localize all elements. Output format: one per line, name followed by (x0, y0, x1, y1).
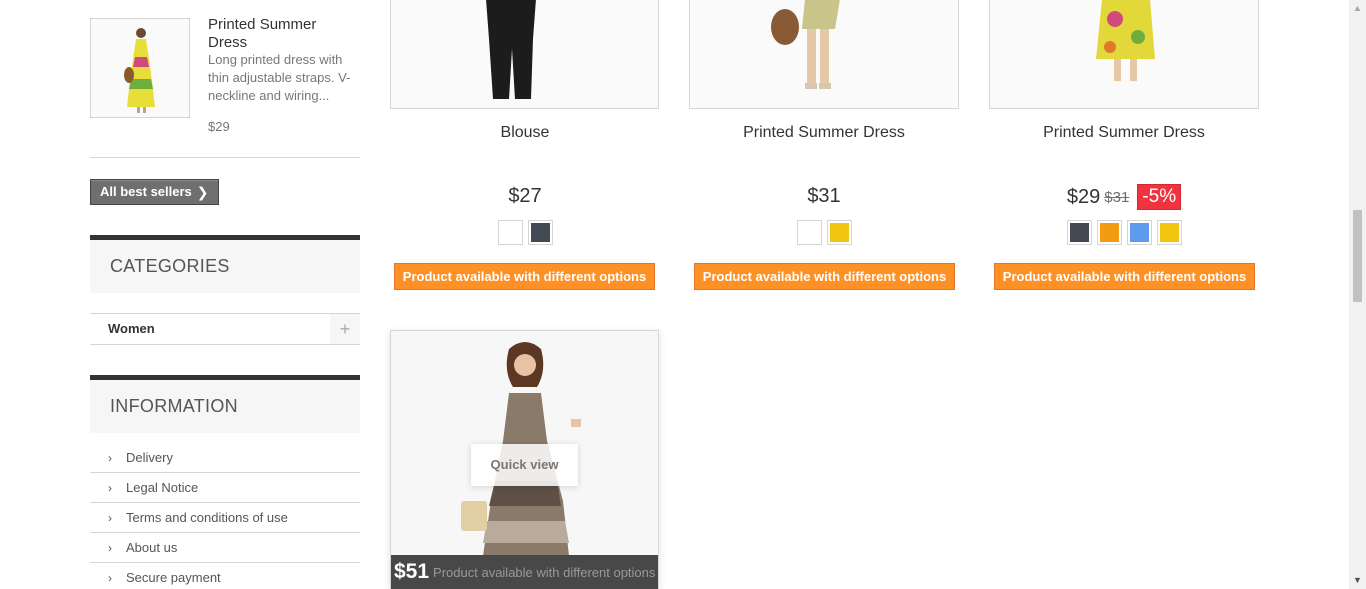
chevron-right-icon: › (108, 541, 112, 555)
page: Printed Summer Dress Long printed dress … (0, 0, 1366, 589)
color-swatch[interactable] (497, 220, 523, 245)
color-swatches (989, 220, 1259, 245)
availability-badge: Product available with different options (394, 263, 655, 290)
blouse-image-icon (391, 0, 658, 108)
old-price: $31 (1104, 188, 1130, 206)
product-price-row: $31 (689, 185, 959, 208)
dress-image-icon (91, 19, 189, 117)
scrollbar-thumb[interactable] (1353, 210, 1362, 302)
category-label[interactable]: Women (108, 321, 155, 336)
bestseller-name[interactable]: Printed Summer Dress (208, 16, 358, 52)
scroll-down-arrow-icon[interactable]: ▼ (1349, 572, 1366, 589)
chevron-right-icon: › (108, 451, 112, 465)
dress-image-icon (690, 0, 958, 108)
bestseller-description: Long printed dress with thin adjustable … (208, 52, 351, 103)
bestseller-price: $29 (208, 119, 230, 134)
vertical-scrollbar[interactable]: ▲ ▼ (1349, 0, 1366, 589)
product-price: $31 (807, 185, 841, 207)
color-swatch[interactable] (826, 220, 852, 245)
availability-badge: Product available with different options (694, 263, 955, 290)
availability-text: Product available with different options (433, 564, 656, 580)
product-name[interactable]: Printed Summer Dress (689, 124, 959, 142)
product-price-row: $27 (390, 185, 660, 208)
product-price: $29 (1066, 185, 1101, 208)
color-swatch[interactable] (796, 220, 822, 245)
info-link-delivery[interactable]: › Delivery (90, 443, 360, 473)
category-item-women[interactable]: Women + (90, 313, 360, 345)
all-best-sellers-button[interactable]: All best sellers ❯ (90, 179, 219, 205)
color-swatch[interactable] (1066, 220, 1092, 245)
color-swatch[interactable] (1156, 220, 1182, 245)
chevron-right-icon: ❯ (196, 184, 209, 200)
product-image-printed-summer-dress-sale[interactable] (989, 0, 1259, 109)
dress-image-icon (990, 0, 1258, 108)
info-link-legal-notice[interactable]: › Legal Notice (90, 473, 360, 503)
product-price-row: $29 $31 -5% (989, 184, 1259, 210)
info-link-label[interactable]: Secure payment (126, 570, 221, 585)
info-link-label[interactable]: Terms and conditions of use (126, 510, 288, 525)
info-link-label[interactable]: Delivery (126, 450, 173, 465)
color-swatch[interactable] (527, 220, 553, 245)
info-link-label[interactable]: About us (126, 540, 177, 555)
scroll-up-arrow-icon[interactable]: ▲ (1349, 0, 1366, 17)
bestseller-thumbnail[interactable] (90, 18, 190, 118)
info-link-label[interactable]: Legal Notice (126, 480, 198, 495)
product-image-blouse[interactable] (390, 0, 659, 109)
product-price: $51 (394, 560, 430, 583)
color-swatches (390, 220, 660, 245)
info-link-secure-payment[interactable]: › Secure payment (90, 563, 360, 589)
quick-view-button[interactable]: Quick view (471, 444, 578, 486)
all-best-sellers-label: All best sellers (100, 184, 192, 199)
information-list: › Delivery › Legal Notice › Terms and co… (90, 443, 360, 589)
info-link-terms[interactable]: › Terms and conditions of use (90, 503, 360, 533)
categories-heading: CATEGORIES (90, 235, 360, 293)
product-name[interactable]: Blouse (390, 124, 660, 142)
discount-badge: -5% (1137, 184, 1182, 210)
chevron-right-icon: › (108, 481, 112, 495)
plus-icon[interactable]: + (330, 314, 360, 344)
chevron-right-icon: › (108, 511, 112, 525)
product-price: $27 (508, 185, 542, 207)
chevron-right-icon: › (108, 571, 112, 585)
color-swatches (689, 220, 959, 245)
color-swatch[interactable] (1096, 220, 1122, 245)
availability-badge: Product available with different options (994, 263, 1255, 290)
product-name[interactable]: Printed Summer Dress (989, 124, 1259, 142)
info-link-about-us[interactable]: › About us (90, 533, 360, 563)
product-hover-bar: $51 Product available with different opt… (391, 555, 658, 589)
bestseller-item: Printed Summer Dress Long printed dress … (90, 16, 360, 158)
color-swatch[interactable] (1126, 220, 1152, 245)
product-image-printed-summer-dress[interactable] (689, 0, 959, 109)
information-heading: INFORMATION (90, 375, 360, 433)
